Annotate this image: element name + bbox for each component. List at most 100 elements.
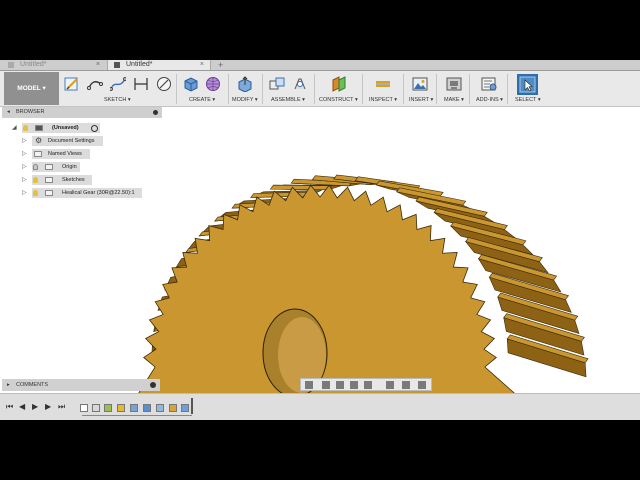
sketch-menu[interactable]: SKETCH ▾ [104, 97, 131, 103]
tab-label: Untitled* [20, 61, 47, 68]
toolbar-separator [436, 74, 437, 104]
browser-item-document-settings[interactable]: ▷ ⚙ Document Settings [22, 136, 103, 146]
display-settings-icon[interactable] [386, 381, 394, 389]
spline-icon[interactable] [110, 76, 126, 92]
arc-icon[interactable] [87, 76, 103, 92]
gear-teeth-group [138, 174, 589, 393]
offset-plane-icon[interactable] [331, 76, 347, 92]
activate-radio-icon[interactable] [91, 125, 98, 132]
toolbar-separator [362, 74, 363, 104]
step-forward-icon[interactable]: ▶ [45, 403, 51, 411]
look-at-icon[interactable] [322, 381, 330, 389]
pin-comments-icon[interactable] [150, 382, 156, 388]
browser-panel-header[interactable]: ◂ BROWSER [2, 107, 162, 118]
select-menu[interactable]: SELECT ▾ [515, 97, 541, 103]
document-tab-untitled-1[interactable]: Untitled* × [2, 60, 106, 70]
sketch-plane-icon[interactable] [64, 76, 80, 92]
expand-icon[interactable]: ▷ [22, 162, 27, 172]
select-cursor-icon[interactable] [517, 74, 538, 95]
play-icon[interactable]: ▶ [32, 403, 38, 411]
mesh-sphere-icon[interactable] [205, 76, 221, 92]
go-to-end-icon[interactable]: ⏭ [58, 403, 65, 411]
document-icon [35, 125, 43, 131]
go-to-start-icon[interactable]: ⏮ [6, 403, 13, 411]
fit-icon[interactable] [364, 381, 372, 389]
timeline-feature-icon[interactable] [92, 404, 100, 412]
document-icon [114, 62, 120, 68]
measure-icon[interactable] [375, 76, 391, 92]
inspect-menu[interactable]: INSPECT ▾ [369, 97, 397, 103]
collapse-browser-icon[interactable]: ◂ [7, 107, 10, 118]
collapse-icon[interactable]: ◢ [12, 123, 17, 133]
timeline-feature-icon[interactable] [80, 404, 88, 412]
timeline-feature-icon[interactable] [143, 404, 151, 412]
toolbar-separator [469, 74, 470, 104]
toolbar-separator [314, 74, 315, 104]
expand-comments-icon[interactable]: ▸ [7, 379, 10, 391]
pin-browser-icon[interactable] [153, 110, 158, 115]
pan-icon[interactable] [336, 381, 344, 389]
expand-icon[interactable]: ▷ [22, 188, 27, 198]
viewports-icon[interactable] [418, 381, 426, 389]
timeline-track [82, 415, 192, 416]
browser-item-healical-gear[interactable]: ▷ Healical Gear (30R@22.50):1 [22, 188, 142, 198]
new-tab-button[interactable]: + [218, 60, 223, 70]
gear-tooth-top [269, 184, 333, 191]
insert-image-icon[interactable] [412, 76, 428, 92]
timeline-feature-icon[interactable] [169, 404, 177, 412]
make-menu[interactable]: MAKE ▾ [444, 97, 464, 103]
assemble-menu[interactable]: ASSEMBLE ▾ [271, 97, 305, 103]
visibility-bulb-icon[interactable] [33, 177, 38, 183]
close-tab-icon[interactable]: × [200, 60, 204, 70]
timeline-feature-icon[interactable] [181, 404, 189, 412]
browser-item-named-views[interactable]: ▷ Named Views [22, 149, 90, 159]
folder-icon [45, 164, 53, 170]
tab-label: Untitled* [126, 61, 153, 68]
document-icon [8, 62, 14, 68]
expand-icon[interactable]: ▷ [22, 136, 27, 146]
timeline-feature-icon[interactable] [130, 404, 138, 412]
timeline-feature-icon[interactable] [117, 404, 125, 412]
browser-root-node[interactable]: ◢ (Unsaved) [12, 123, 100, 133]
3d-print-icon[interactable] [446, 76, 462, 92]
create-menu[interactable]: CREATE ▾ [189, 97, 215, 103]
extrude-box-icon[interactable] [183, 76, 199, 92]
close-tab-icon[interactable]: × [96, 60, 100, 70]
add-ins-menu[interactable]: ADD-INS ▾ [476, 97, 503, 103]
joint-icon[interactable] [292, 76, 308, 92]
timeline-feature-icon[interactable] [104, 404, 112, 412]
insert-menu[interactable]: INSERT ▾ [409, 97, 433, 103]
visibility-bulb-icon[interactable] [33, 164, 38, 170]
canvas-viewport[interactable] [0, 107, 640, 393]
orbit-icon[interactable] [305, 381, 313, 389]
helical-gear-model[interactable] [0, 107, 640, 393]
construct-menu[interactable]: CONSTRUCT ▾ [319, 97, 358, 103]
grid-snaps-icon[interactable] [402, 381, 410, 389]
stop-sketch-icon[interactable] [156, 76, 172, 92]
workspace-switcher-button[interactable]: MODEL ▾ [4, 72, 59, 105]
visibility-bulb-icon[interactable] [23, 125, 28, 131]
toolbar-separator [403, 74, 404, 104]
expand-icon[interactable]: ▷ [22, 175, 27, 185]
document-tab-untitled-2[interactable]: Untitled* × [107, 60, 211, 70]
modify-menu[interactable]: MODIFY ▾ [232, 97, 258, 103]
timeline-feature-icon[interactable] [156, 404, 164, 412]
gear-icon: ⚙ [35, 136, 43, 145]
comments-panel-header[interactable]: ▸ COMMENTS [2, 379, 160, 391]
step-back-icon[interactable]: ◀ [19, 403, 25, 411]
timeline-marker[interactable] [191, 398, 193, 414]
navigation-bar [300, 378, 432, 391]
browser-item-origin[interactable]: ▷ Origin [22, 162, 80, 172]
press-pull-icon[interactable] [237, 76, 253, 92]
new-component-icon[interactable] [269, 76, 285, 92]
visibility-bulb-icon[interactable] [33, 190, 38, 196]
expand-icon[interactable]: ▷ [22, 149, 27, 159]
browser-item-sketches[interactable]: ▷ Sketches [22, 175, 92, 185]
scripts-addins-icon[interactable] [481, 76, 497, 92]
browser-item-label: Named Views [48, 151, 82, 157]
dimension-icon[interactable] [133, 76, 149, 92]
zoom-icon[interactable] [350, 381, 358, 389]
timeline-bar: ⏮ ◀ ▶ ▶ ⏭ [0, 393, 640, 420]
ribbon-toolbar: MODEL ▾ SKETCH ▾ CREATE ▾ MODIFY ▾ ASSEM… [0, 71, 640, 107]
document-tab-bar: Untitled* × Untitled* × + [0, 60, 640, 71]
